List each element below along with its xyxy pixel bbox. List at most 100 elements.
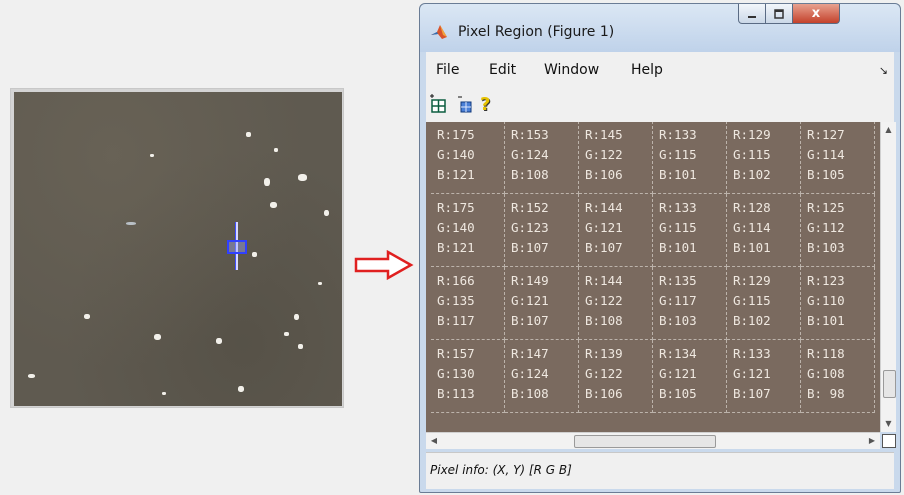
horizontal-scrollbar[interactable]: ◀ ▶: [426, 432, 880, 449]
maximize-icon: [774, 8, 784, 19]
pixel-value-g: G:115: [659, 147, 697, 162]
close-icon: x: [811, 6, 821, 21]
pixel-value-g: G:140: [437, 220, 475, 235]
pixel-value-r: R:145: [585, 127, 623, 142]
image-speck: [84, 314, 90, 319]
pixel-cell: R:128 G:114 B:101: [727, 194, 801, 267]
shrink-grid-icon[interactable]: [456, 94, 478, 116]
image-speck: [324, 210, 329, 216]
minimize-button[interactable]: [738, 4, 766, 24]
pixel-value-g: G:114: [807, 147, 845, 162]
pixel-value-b: B:106: [585, 386, 623, 401]
menu-edit[interactable]: Edit: [489, 62, 516, 78]
pixel-value-r: R:157: [437, 346, 475, 361]
pixel-value-g: G:122: [585, 366, 623, 381]
pixel-value-r: R:127: [807, 127, 845, 142]
image-speck: [126, 222, 136, 225]
pixel-value-r: R:133: [733, 346, 771, 361]
scroll-right-icon[interactable]: ▶: [864, 433, 880, 449]
title-bar[interactable]: Pixel Region (Figure 1) x: [420, 4, 900, 52]
help-icon[interactable]: ?: [480, 94, 502, 116]
pixel-value-g: G:124: [511, 147, 549, 162]
pixel-cell: R:118 G:108 B: 98: [801, 340, 875, 413]
horizontal-scroll-thumb[interactable]: [574, 435, 716, 448]
pixel-region-crosshair[interactable]: [226, 222, 247, 270]
pixel-value-r: R:152: [511, 200, 549, 215]
image-speck: [284, 332, 289, 336]
pixel-cell: R:175 G:140 B:121: [431, 194, 505, 267]
pixel-cell: R:145 G:122 B:106: [579, 122, 653, 194]
status-bar: Pixel info: (X, Y) [R G B]: [426, 452, 894, 489]
pixel-value-r: R:153: [511, 127, 549, 142]
pixel-value-r: R:135: [659, 273, 697, 288]
pixel-value-r: R:144: [585, 273, 623, 288]
pixel-value-g: G:112: [807, 220, 845, 235]
pixel-value-b: B:101: [733, 240, 771, 255]
pixel-value-r: R:123: [807, 273, 845, 288]
pixel-value-g: G:114: [733, 220, 771, 235]
pixel-value-b: B: 98: [807, 386, 845, 401]
pixel-value-g: G:121: [733, 366, 771, 381]
pixel-cell: R:129 G:115 B:102: [727, 267, 801, 340]
pixel-value-b: B:103: [807, 240, 845, 255]
image-speck: [298, 344, 303, 349]
image-speck: [264, 178, 270, 186]
image-speck: [238, 386, 244, 392]
maximize-button[interactable]: [765, 4, 793, 24]
menu-window[interactable]: Window: [544, 62, 599, 78]
image-speck: [270, 202, 277, 208]
scroll-down-icon[interactable]: ▼: [881, 416, 896, 432]
pixel-value-g: G:115: [659, 220, 697, 235]
close-button[interactable]: x: [792, 4, 840, 24]
pixel-value-g: G:122: [585, 147, 623, 162]
pixel-value-b: B:105: [807, 167, 845, 182]
pixel-region-grid[interactable]: B:118B:103B:108B:106B:103B:105R:175G:140…: [426, 122, 880, 432]
pixel-region-window: Pixel Region (Figure 1) x File Edit Wind…: [419, 3, 901, 493]
vertical-scrollbar[interactable]: ▲ ▼: [880, 122, 896, 432]
image-speck: [298, 174, 307, 181]
pixel-value-r: R:134: [659, 346, 697, 361]
pixel-value-r: R:129: [733, 273, 771, 288]
pixel-value-g: G:108: [807, 366, 845, 381]
pixel-value-b: B:108: [511, 386, 549, 401]
pixel-cell: R:152 G:123 B:107: [505, 194, 579, 267]
crosshair-box[interactable]: [227, 240, 247, 254]
pixel-value-b: B:101: [807, 313, 845, 328]
pixel-value-b: B:101: [659, 240, 697, 255]
pixel-value-r: R:147: [511, 346, 549, 361]
image-speck: [150, 154, 154, 157]
pixel-value-b: B:107: [733, 386, 771, 401]
scroll-left-icon[interactable]: ◀: [426, 433, 442, 449]
pixel-value-r: R:175: [437, 127, 475, 142]
pixel-value-g: G:123: [511, 220, 549, 235]
vertical-scroll-thumb[interactable]: [883, 370, 896, 398]
pixel-value-r: R:144: [585, 200, 623, 215]
pixel-value-r: R:128: [733, 200, 771, 215]
image-speck: [154, 334, 161, 340]
pixel-value-r: R:149: [511, 273, 549, 288]
menu-help[interactable]: Help: [631, 62, 663, 78]
right-arrow-icon: [354, 250, 414, 280]
pixel-value-b: B:103: [659, 313, 697, 328]
menu-file[interactable]: File: [436, 62, 459, 78]
pixel-value-g: G:115: [733, 293, 771, 308]
scroll-up-icon[interactable]: ▲: [881, 122, 896, 138]
expand-grid-icon[interactable]: [428, 94, 450, 116]
pixel-cell: R:166 G:135 B:117: [431, 267, 505, 340]
pixel-value-b: B:121: [437, 240, 475, 255]
pixel-value-r: R:125: [807, 200, 845, 215]
scroll-corner: [882, 434, 896, 448]
image-speck: [252, 252, 257, 257]
pixel-cell: R:144 G:122 B:108: [579, 267, 653, 340]
pixel-value-g: G:115: [733, 147, 771, 162]
pixel-value-b: B:107: [511, 240, 549, 255]
pixel-value-g: G:140: [437, 147, 475, 162]
pixel-value-g: G:122: [585, 293, 623, 308]
dock-icon[interactable]: ↘: [879, 64, 888, 77]
pixel-value-r: R:133: [659, 200, 697, 215]
pixel-info-text: Pixel info: (X, Y) [R G B]: [430, 463, 572, 477]
pixel-cell: R:129 G:115 B:102: [727, 122, 801, 194]
image-speck: [274, 148, 278, 152]
pixel-cell: R:134 G:121 B:105: [653, 340, 727, 413]
pixel-value-g: G:130: [437, 366, 475, 381]
